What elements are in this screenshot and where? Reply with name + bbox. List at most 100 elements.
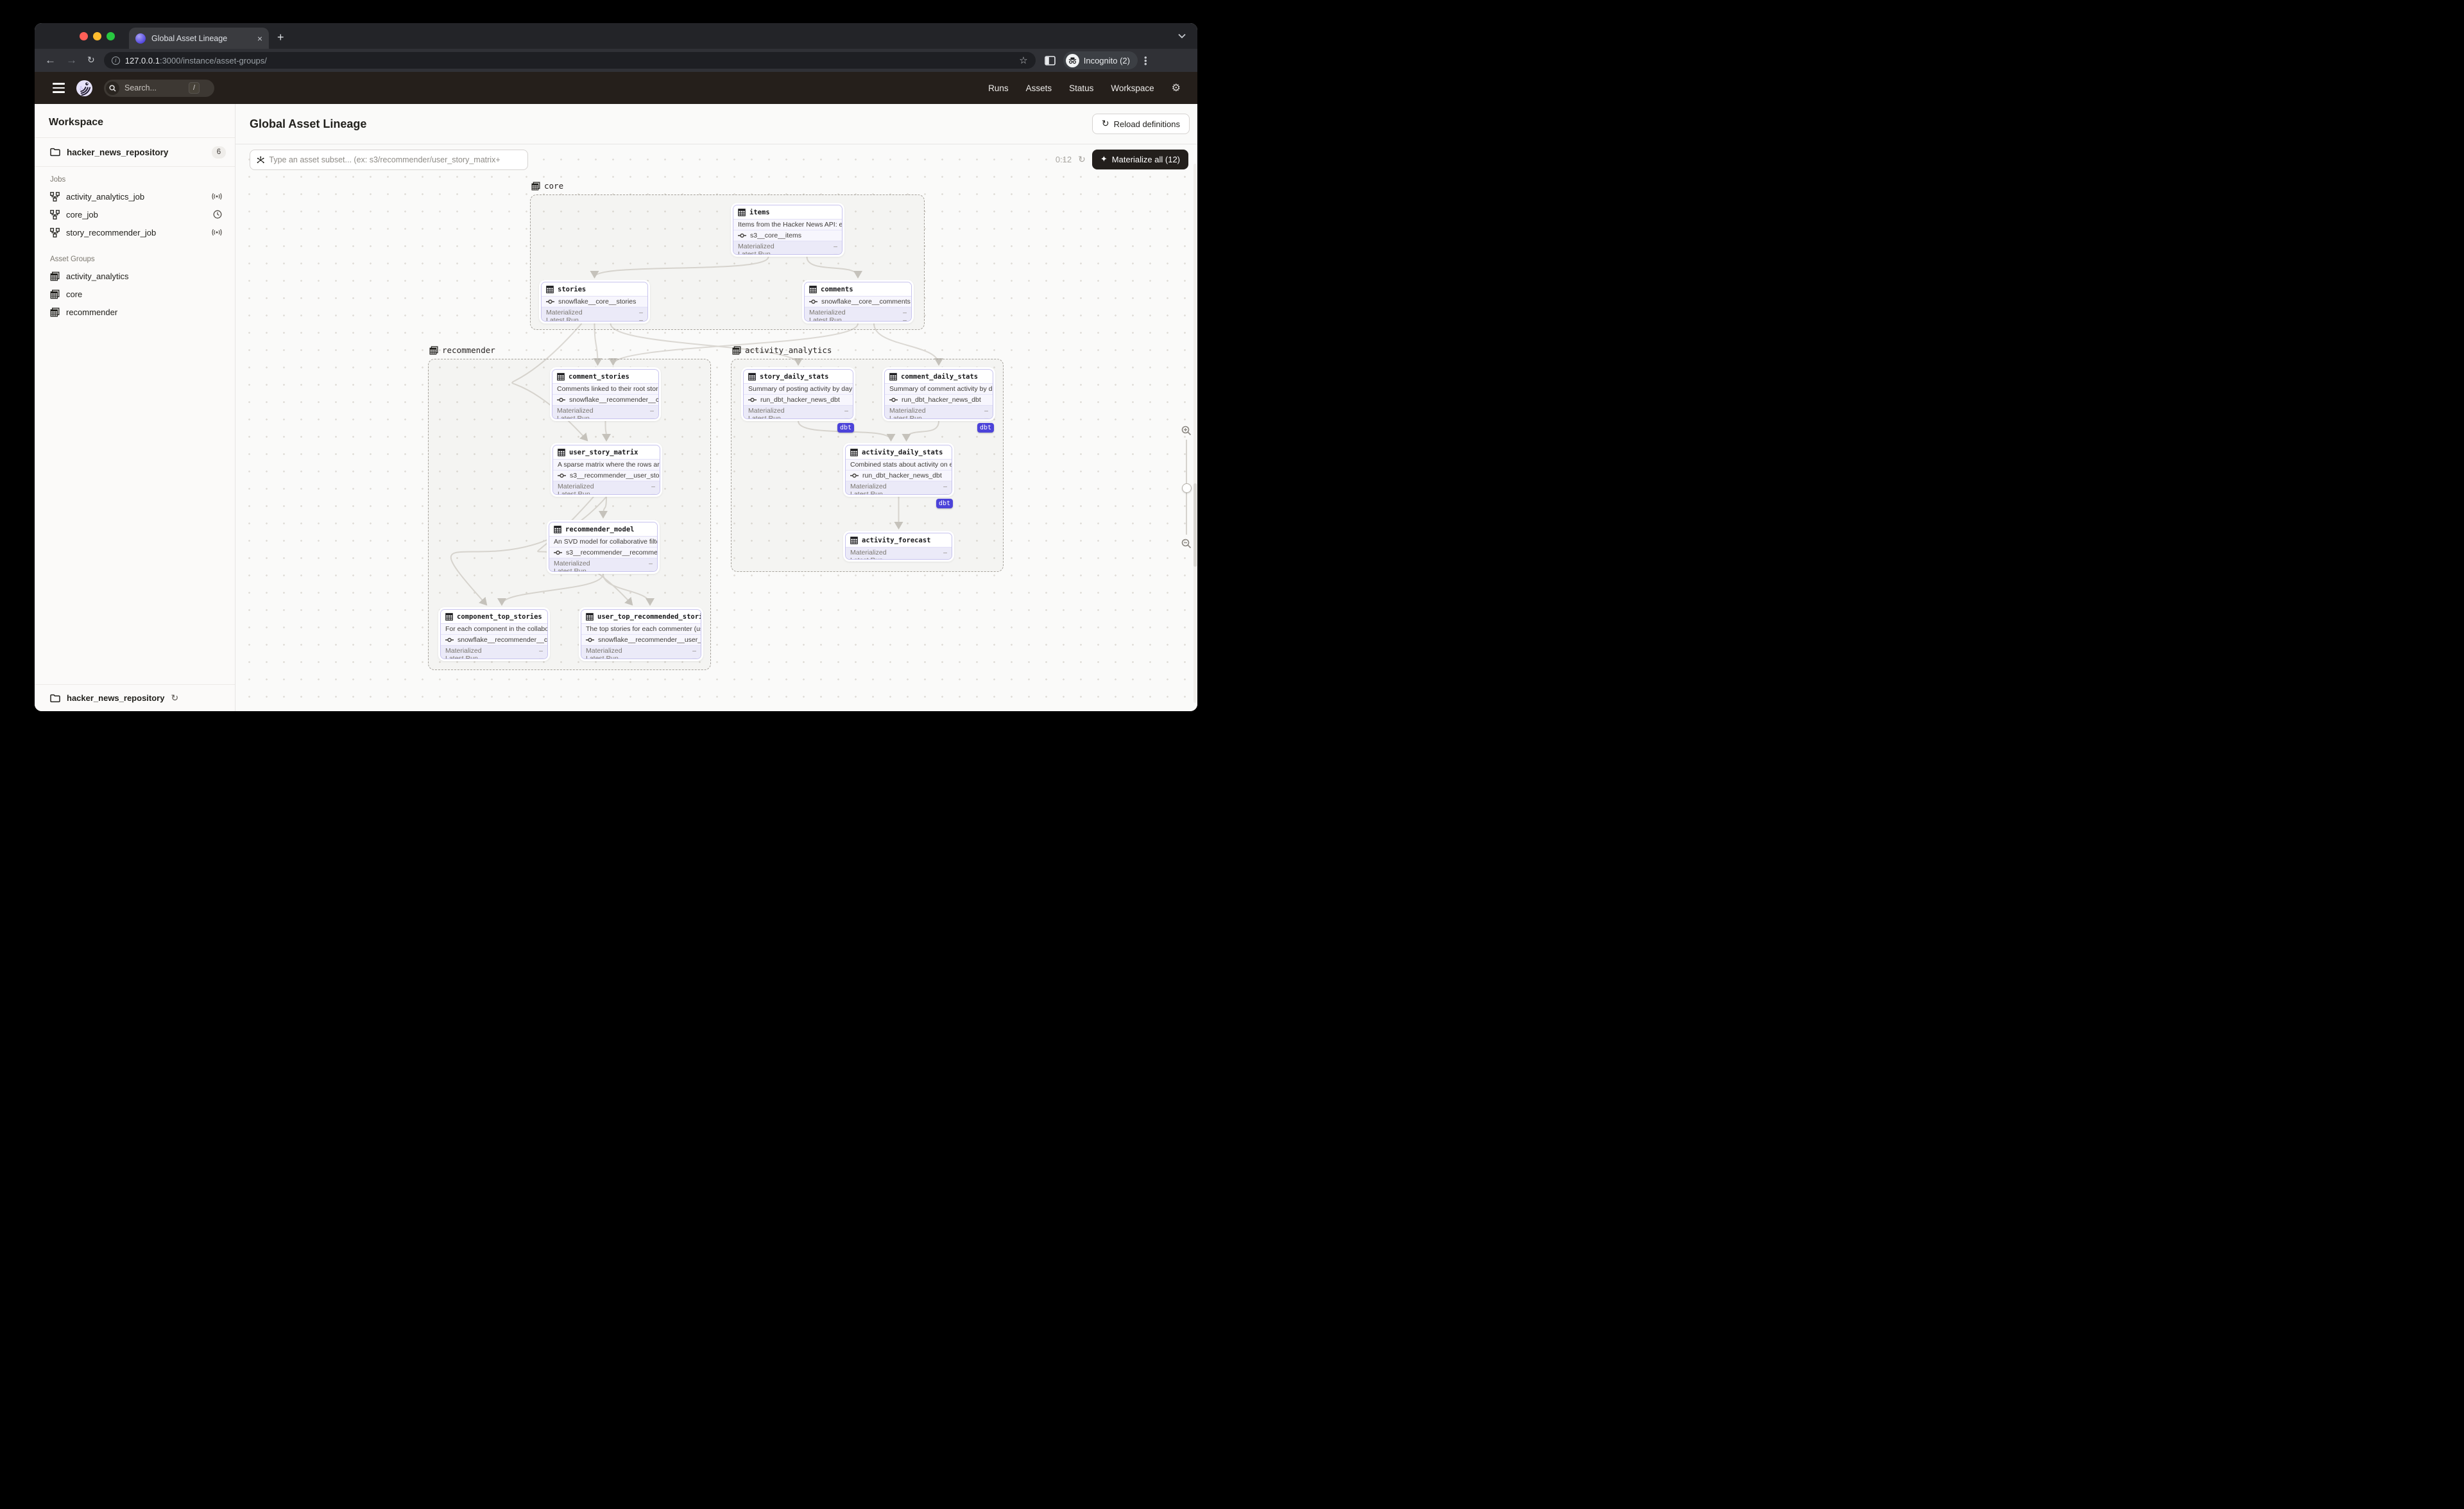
asset-stat-materialized: Materialized – xyxy=(850,549,947,556)
table-icon xyxy=(889,372,897,381)
dbt-badge: dbt xyxy=(837,423,854,433)
asset-subset-filter[interactable] xyxy=(250,150,528,170)
sidebar-job-story_recommender_job[interactable]: story_recommender_job xyxy=(35,223,235,241)
asset-group-label: activity_analytics xyxy=(66,271,129,281)
sidebar-asset-group-recommender[interactable]: recommender xyxy=(35,303,235,321)
asset-stat-latest-run: Latest Run– xyxy=(554,567,653,572)
asset-group-title-label: activity_analytics xyxy=(745,345,832,355)
sidebar-job-activity_analytics_job[interactable]: activity_analytics_job xyxy=(35,187,235,205)
folder-icon xyxy=(50,694,60,702)
reload-page-button[interactable]: ↻ xyxy=(87,55,95,65)
asset-node-items[interactable]: items Items from the Hacker News API: eac… xyxy=(731,203,844,257)
asset-description: Summary of posting activity by day xyxy=(744,384,853,395)
zoom-slider[interactable] xyxy=(1181,440,1192,535)
asset-node-user_story_matrix[interactable]: user_story_matrix A sparse matrix where t… xyxy=(551,443,662,497)
zoom-slider-handle[interactable] xyxy=(1181,483,1192,493)
asset-stat-latest-run: Latest Run– xyxy=(850,490,947,495)
search-icon xyxy=(106,81,119,95)
asset-node-stories[interactable]: stories snowflake__core__stories Materiali… xyxy=(539,280,650,323)
dagster-favicon-icon xyxy=(135,33,146,44)
asset-group-icon xyxy=(50,272,60,280)
asset-group-title-activity_analytics[interactable]: activity_analytics xyxy=(732,345,832,355)
forward-button[interactable]: → xyxy=(66,54,77,67)
schedule-clock-icon[interactable] xyxy=(213,210,222,219)
nav-links: Runs Assets Status Workspace ⚙ xyxy=(988,82,1197,94)
refresh-timer: 0:12 xyxy=(1055,155,1072,164)
sidebar-asset-group-activity_analytics[interactable]: activity_analytics xyxy=(35,267,235,285)
zoom-out-icon[interactable] xyxy=(1181,539,1192,549)
asset-node-recommender_model[interactable]: recommender_model An SVD model for collab… xyxy=(547,520,660,574)
asset-stat-materialized: Materialized – xyxy=(554,560,653,567)
asset-node-activity_daily_stats[interactable]: activity_daily_stats Combined stats about… xyxy=(843,443,954,497)
settings-gear-icon[interactable]: ⚙ xyxy=(1172,82,1181,94)
asset-name: story_daily_stats xyxy=(760,372,829,381)
address-bar[interactable]: i 127.0.0.1:3000/instance/asset-groups/ … xyxy=(103,52,1036,69)
hamburger-menu-icon[interactable] xyxy=(53,83,65,93)
table-icon xyxy=(738,208,746,216)
asset-node-comments[interactable]: comments snowflake__core__comments Materia… xyxy=(802,280,914,323)
asset-op-name: snowflake__core__stories xyxy=(558,298,637,306)
side-panel-icon[interactable] xyxy=(1044,55,1056,65)
nav-link-runs[interactable]: Runs xyxy=(988,83,1009,93)
site-info-icon[interactable]: i xyxy=(111,56,120,65)
nav-link-status[interactable]: Status xyxy=(1069,83,1093,93)
scrollbar-thumb[interactable] xyxy=(1194,483,1197,567)
asset-node-comment_daily_stats[interactable]: comment_daily_stats Summary of comment ac… xyxy=(882,367,995,421)
asset-stat-materialized: Materialized – xyxy=(558,483,655,490)
search-input[interactable] xyxy=(124,83,184,92)
reload-definitions-button[interactable]: ↻ Reload definitions xyxy=(1091,114,1190,134)
sensor-icon[interactable] xyxy=(212,229,222,236)
back-button[interactable]: ← xyxy=(45,54,56,67)
refresh-icon[interactable]: ↻ xyxy=(1078,155,1086,165)
asset-node-activity_forecast[interactable]: activity_forecast Materialized–Latest Run… xyxy=(843,531,954,562)
browser-window: Global Asset Lineage × + ← → ↻ i 127.0.0… xyxy=(35,23,1197,711)
page-header: Global Asset Lineage ↻ Reload definition… xyxy=(235,104,1197,144)
zoom-controls xyxy=(1181,426,1192,549)
global-search[interactable]: / xyxy=(104,79,214,97)
asset-stat-materialized: Materialized – xyxy=(748,407,848,415)
asset-node-story_daily_stats[interactable]: story_daily_stats Summary of posting acti… xyxy=(741,367,855,421)
tab-close-icon[interactable]: × xyxy=(257,33,262,44)
asset-group-title-label: recommender xyxy=(442,345,495,355)
repo-reload-icon[interactable]: ↻ xyxy=(171,693,178,703)
sidebar-job-core_job[interactable]: core_job xyxy=(35,205,235,223)
sidebar-repo-row[interactable]: hacker_news_repository 6 xyxy=(35,138,235,166)
browser-menu-icon[interactable]: • • • xyxy=(1144,53,1147,68)
table-icon xyxy=(554,525,561,533)
asset-op-name: snowflake__core__comments xyxy=(821,298,911,306)
asset-name: comment_stories xyxy=(569,372,629,381)
nav-link-assets[interactable]: Assets xyxy=(1026,83,1052,93)
asset-description: An SVD model for collaborative filtering… xyxy=(549,537,657,548)
table-icon xyxy=(809,285,817,293)
asset-subset-input[interactable] xyxy=(269,155,521,164)
new-tab-button[interactable]: + xyxy=(277,31,284,43)
macos-minimize-button[interactable] xyxy=(93,32,101,40)
asset-description: The top stories for each commenter (user… xyxy=(581,624,701,635)
bookmark-star-icon[interactable]: ☆ xyxy=(1019,55,1027,66)
footer-repo-name: hacker_news_repository xyxy=(67,693,165,703)
asset-stat-materialized: Materialized – xyxy=(546,309,643,316)
asset-name: component_top_stories xyxy=(457,612,542,621)
dagster-logo-icon[interactable] xyxy=(76,80,93,97)
asset-stat-latest-run: Latest Run– xyxy=(586,655,696,659)
sensor-icon[interactable] xyxy=(212,193,222,200)
macos-maximize-button[interactable] xyxy=(107,32,115,40)
op-icon xyxy=(809,299,817,304)
asset-node-comment_stories[interactable]: comment_stories Comments linked to their … xyxy=(550,367,661,421)
zoom-in-icon[interactable] xyxy=(1181,426,1192,436)
asset-node-component_top_stories[interactable]: component_top_stories For each component … xyxy=(438,607,550,661)
sidebar-asset-group-core[interactable]: core xyxy=(35,285,235,303)
asset-stat-latest-run: Latest Run– xyxy=(546,316,643,322)
asset-group-title-recommender[interactable]: recommender xyxy=(429,345,495,355)
lineage-canvas[interactable]: core recommender activity_analytics items I… xyxy=(235,144,1197,711)
asset-group-title-core[interactable]: core xyxy=(531,181,563,191)
tab-strip: Global Asset Lineage × + xyxy=(35,23,1197,49)
macos-close-button[interactable] xyxy=(80,32,88,40)
browser-tab[interactable]: Global Asset Lineage × xyxy=(129,28,269,49)
asset-node-user_top_recommended_stories[interactable]: user_top_recommended_stories The top stor… xyxy=(579,607,703,661)
materialize-all-button[interactable]: ✦ Materialize all (12) xyxy=(1091,150,1188,169)
nav-link-workspace[interactable]: Workspace xyxy=(1111,83,1154,93)
scrollbar[interactable] xyxy=(1194,164,1197,703)
tab-search-chevron-icon[interactable] xyxy=(1178,33,1186,39)
asset-description: Summary of comment activity by day xyxy=(885,384,993,395)
